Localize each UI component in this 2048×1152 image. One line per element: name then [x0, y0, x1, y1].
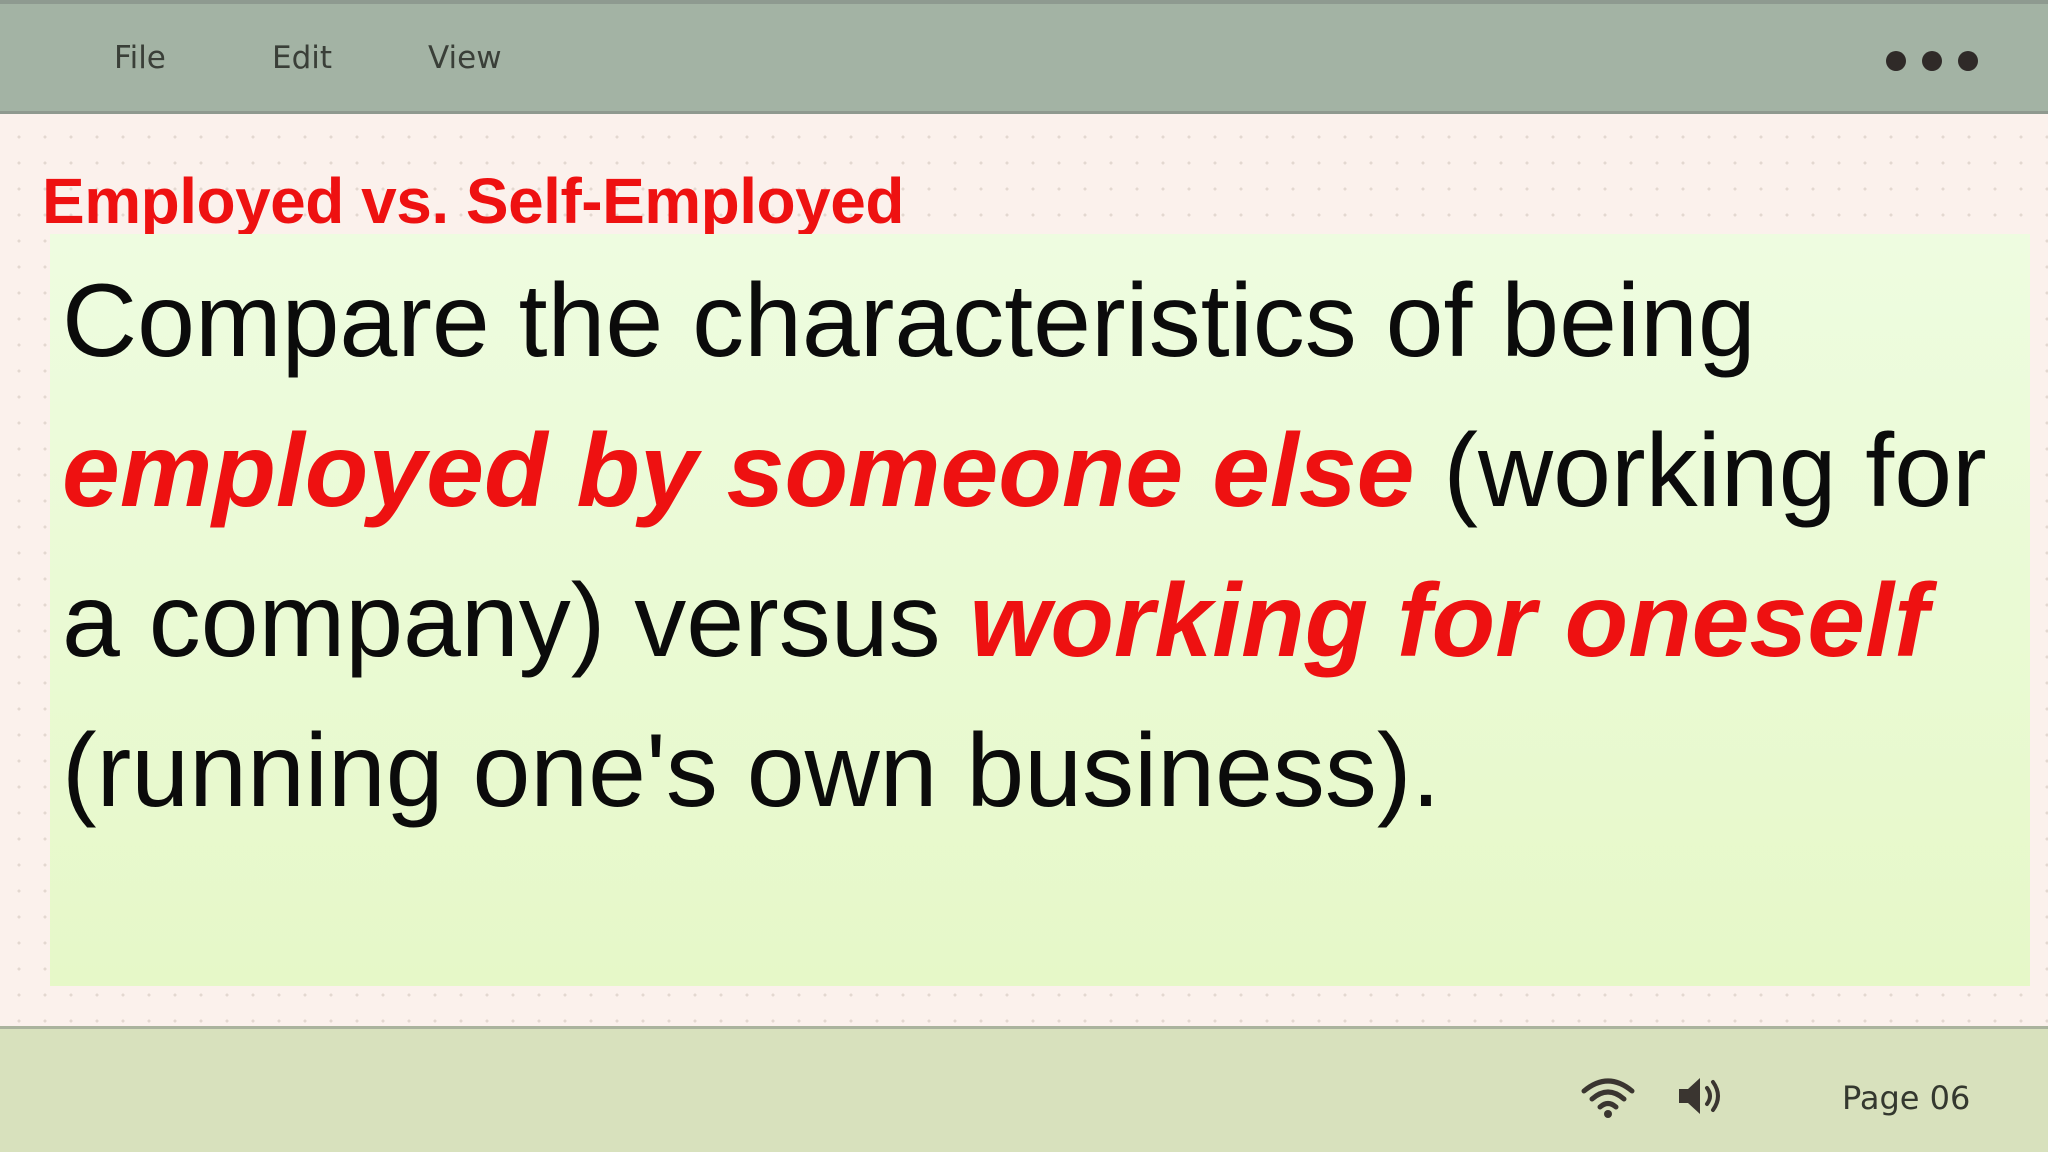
status-bar: Page 06 [0, 1026, 2048, 1152]
slide-body-box: Compare the characteristics of being emp… [50, 234, 2030, 986]
body-emphasis: employed by someone else [62, 413, 1415, 529]
volume-icon[interactable] [1676, 1073, 1726, 1119]
app-window: File Edit View Employed vs. Self-Employe… [0, 0, 2048, 1152]
menu-file[interactable]: File [114, 40, 166, 76]
body-run: Compare the characteristics of being [62, 263, 1756, 379]
body-emphasis: working for oneself [969, 563, 1929, 679]
more-dot-icon [1922, 51, 1942, 71]
slide-title: Employed vs. Self-Employed [42, 165, 904, 237]
more-dot-icon [1958, 51, 1978, 71]
wifi-icon[interactable] [1580, 1075, 1636, 1119]
slide-body-text: Compare the characteristics of being emp… [62, 246, 2022, 846]
more-dot-icon [1886, 51, 1906, 71]
menu-view[interactable]: View [428, 40, 502, 76]
body-run: (running one's own business). [62, 713, 1441, 829]
more-options-button[interactable] [1886, 48, 1978, 74]
slide-canvas: Employed vs. Self-Employed Compare the c… [0, 114, 2048, 1026]
page-indicator: Page 06 [1842, 1079, 1971, 1117]
menu-bar: File Edit View [0, 0, 2048, 114]
menu-edit[interactable]: Edit [272, 40, 332, 76]
